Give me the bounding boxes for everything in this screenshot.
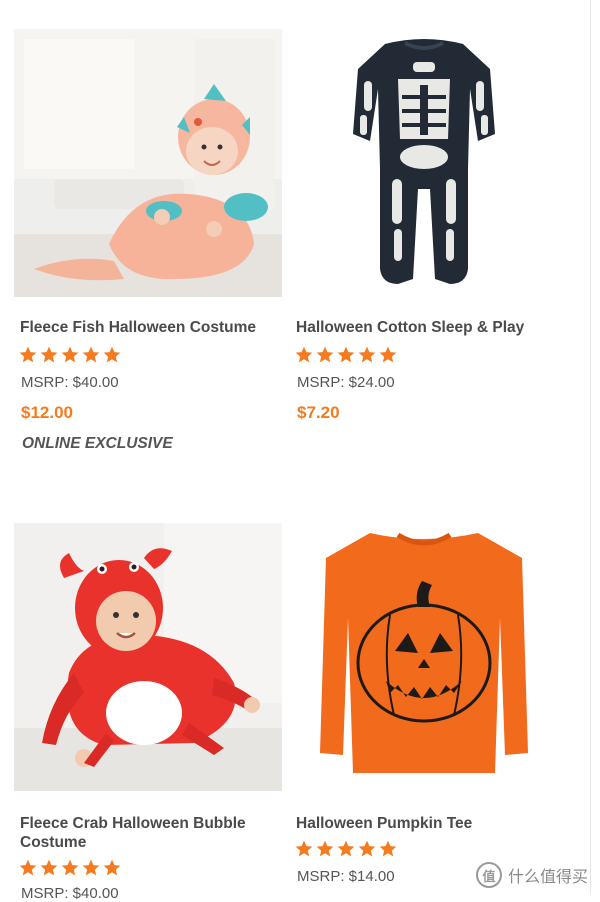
page-right-border (590, 0, 591, 894)
star-icon (82, 346, 100, 363)
star-icon (337, 840, 355, 857)
pumpkin-tee-icon (290, 523, 558, 791)
rating-stars (18, 858, 122, 880)
star-icon (316, 840, 334, 857)
product-name[interactable]: Halloween Cotton Sleep & Play (296, 318, 558, 337)
star-icon (103, 859, 121, 876)
online-exclusive-badge: ONLINE EXCLUSIVE (22, 435, 173, 452)
product-name[interactable]: Fleece Crab Halloween Bubble Costume (20, 814, 282, 852)
watermark-text: 什么值得买 (507, 869, 588, 886)
star-icon (316, 346, 334, 363)
msrp-price: MSRP: $14.00 (297, 868, 395, 885)
skeleton-sleep-and-play-icon (290, 29, 558, 297)
star-icon (295, 840, 313, 857)
baby-crab-costume-icon (14, 523, 282, 791)
product-name[interactable]: Fleece Fish Halloween Costume (20, 318, 282, 337)
baby-fish-costume-icon (14, 29, 282, 297)
msrp-price: MSRP: $40.00 (21, 374, 119, 391)
star-icon (61, 859, 79, 876)
product-image-fish-costume[interactable] (14, 29, 282, 297)
rating-stars (294, 345, 398, 367)
product-card-fleece-crab[interactable]: Fleece Crab Halloween Bubble Costume MSR… (14, 523, 282, 902)
star-icon (19, 346, 37, 363)
star-icon (379, 346, 397, 363)
product-card-skeleton-sleep-play[interactable]: Halloween Cotton Sleep & Play MSRP: $24.… (290, 29, 558, 449)
star-icon (61, 346, 79, 363)
star-icon (19, 859, 37, 876)
watermark-logo-icon: 值 (475, 862, 502, 888)
rating-stars (294, 839, 398, 861)
site-watermark: 值 什么值得买 (475, 862, 588, 888)
product-image-skeleton-sleeper[interactable] (290, 29, 558, 297)
sale-price: $7.20 (297, 403, 340, 422)
msrp-price: MSRP: $24.00 (297, 374, 395, 391)
star-icon (379, 840, 397, 857)
star-icon (337, 346, 355, 363)
star-icon (295, 346, 313, 363)
star-icon (358, 840, 376, 857)
product-image-crab-costume[interactable] (14, 523, 282, 791)
star-icon (82, 859, 100, 876)
product-card-pumpkin-tee[interactable]: Halloween Pumpkin Tee MSRP: $14.00 (290, 523, 558, 894)
star-icon (103, 346, 121, 363)
star-icon (358, 346, 376, 363)
rating-stars (18, 345, 122, 367)
product-image-pumpkin-tee[interactable] (290, 523, 558, 791)
sale-price: $12.00 (21, 403, 73, 422)
star-icon (40, 346, 58, 363)
product-card-fleece-fish[interactable]: Fleece Fish Halloween Costume MSRP: $40.… (14, 29, 282, 469)
product-name[interactable]: Halloween Pumpkin Tee (296, 814, 558, 833)
star-icon (40, 859, 58, 876)
